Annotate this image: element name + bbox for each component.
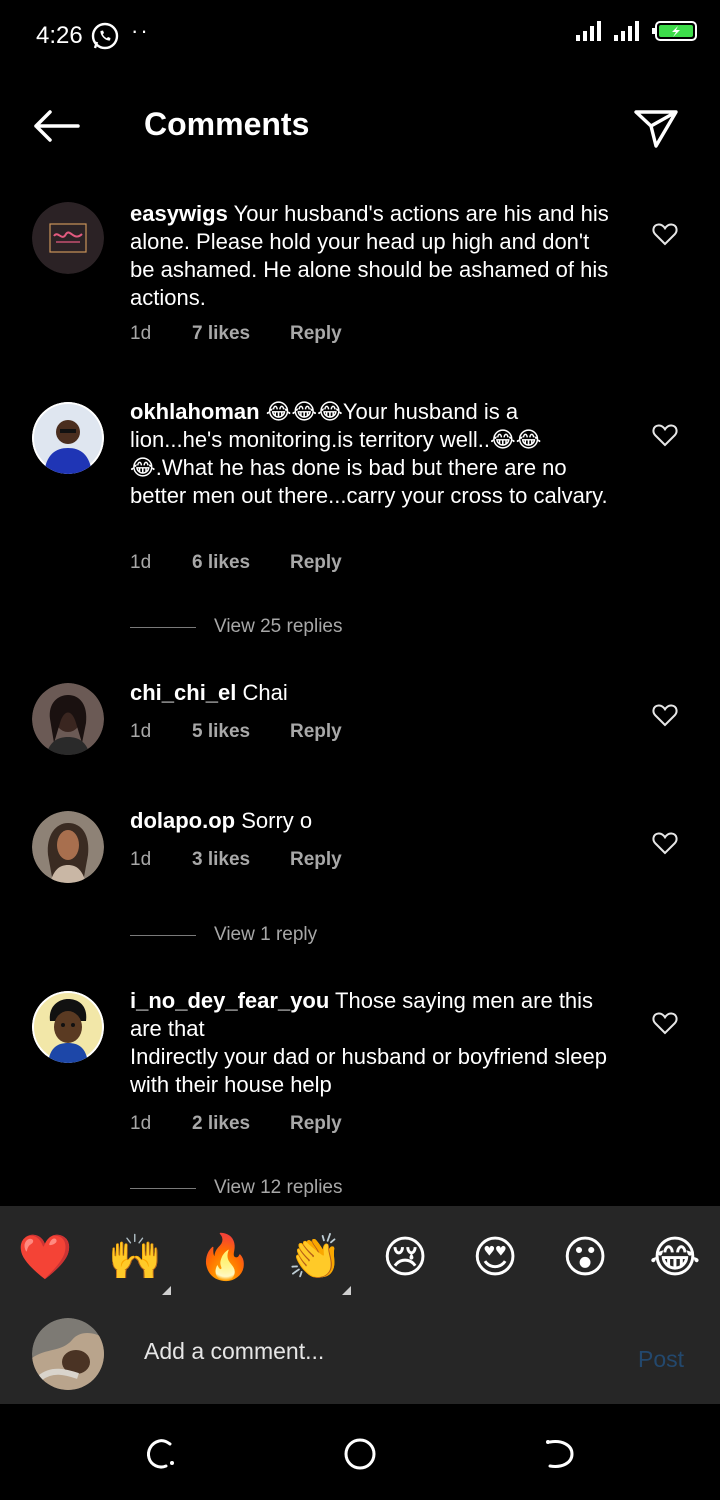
comment-text: i_no_dey_fear_you Those saying men are t… bbox=[130, 987, 610, 1099]
emoji-surprised[interactable]: 😮 bbox=[557, 1230, 613, 1286]
recent-apps-button[interactable] bbox=[140, 1434, 180, 1474]
comment-composer: Add a comment... Post bbox=[0, 1306, 720, 1404]
reply-button[interactable]: Reply bbox=[290, 552, 342, 574]
like-button[interactable] bbox=[652, 423, 678, 447]
like-button[interactable] bbox=[652, 222, 678, 246]
emoji-raised-hands[interactable]: 🙌 bbox=[107, 1230, 163, 1286]
view-replies-label: View 25 replies bbox=[214, 616, 343, 637]
signal-icon bbox=[576, 20, 604, 47]
comment-time: 1d bbox=[130, 721, 152, 742]
avatar[interactable] bbox=[32, 683, 104, 755]
emoji-crying[interactable]: 😢 bbox=[377, 1230, 433, 1286]
emoji-fire[interactable]: 🔥 bbox=[197, 1230, 253, 1286]
like-button[interactable] bbox=[652, 1011, 678, 1035]
comment-likes[interactable]: 6 likes bbox=[192, 552, 290, 574]
status-dots: ·· bbox=[131, 18, 150, 43]
replies-divider bbox=[130, 934, 196, 936]
status-indicators bbox=[576, 20, 698, 47]
recent-apps-icon bbox=[147, 1439, 174, 1469]
reply-button[interactable]: Reply bbox=[290, 1113, 342, 1135]
like-button[interactable] bbox=[652, 831, 678, 855]
back-arrow-icon bbox=[34, 110, 80, 142]
home-button[interactable] bbox=[340, 1434, 380, 1474]
comments-screen: 4:26 ·· Comments easywigs Your husband's… bbox=[0, 0, 720, 1500]
skin-tone-indicator bbox=[342, 1286, 351, 1295]
replies-divider bbox=[130, 1187, 196, 1189]
emoji-bar: ❤️ 🙌 🔥 👏 😢 😍 😮 😂 bbox=[0, 1206, 720, 1306]
comment-text: chi_chi_el Chai bbox=[130, 679, 610, 707]
emoji-heart-eyes[interactable]: 😍 bbox=[467, 1230, 523, 1286]
comment-text: okhlahoman 😂😂😂Your husband is a lion...h… bbox=[130, 398, 610, 510]
comment-meta: 1d 2 likes Reply bbox=[130, 1113, 342, 1135]
avatar[interactable] bbox=[32, 991, 104, 1063]
comment-meta: 1d 3 likes Reply bbox=[130, 849, 342, 871]
view-replies-button[interactable]: View 12 replies bbox=[130, 1177, 343, 1199]
view-replies-label: View 1 reply bbox=[214, 924, 318, 945]
comment-username[interactable]: easywigs bbox=[130, 201, 228, 226]
view-replies-label: View 12 replies bbox=[214, 1177, 343, 1198]
heart-outline-icon bbox=[652, 1012, 678, 1035]
comment-content: Sorry o bbox=[241, 808, 313, 833]
reply-button[interactable]: Reply bbox=[290, 849, 342, 871]
comment-likes[interactable]: 5 likes bbox=[192, 721, 290, 743]
comment-username[interactable]: chi_chi_el bbox=[130, 680, 236, 705]
back-nav-button[interactable] bbox=[540, 1434, 580, 1474]
comment-likes[interactable]: 3 likes bbox=[192, 849, 290, 871]
signal-icon bbox=[614, 20, 642, 47]
comment-text: easywigs Your husband's actions are his … bbox=[130, 200, 610, 312]
comment-time: 1d bbox=[130, 1113, 152, 1134]
battery-icon bbox=[652, 20, 698, 47]
skin-tone-indicator bbox=[162, 1286, 171, 1295]
view-replies-button[interactable]: View 1 reply bbox=[130, 924, 317, 946]
back-icon bbox=[546, 1440, 574, 1468]
like-button[interactable] bbox=[652, 703, 678, 727]
comment-time: 1d bbox=[130, 323, 152, 344]
page-title: Comments bbox=[144, 106, 310, 142]
heart-outline-icon bbox=[652, 832, 678, 855]
status-time: 4:26 bbox=[36, 22, 83, 49]
heart-outline-icon bbox=[652, 704, 678, 727]
comment-meta: 1d 6 likes Reply bbox=[130, 552, 342, 574]
emoji-laughing[interactable]: 😂 bbox=[647, 1230, 703, 1286]
header: Comments bbox=[0, 92, 720, 162]
home-icon bbox=[344, 1438, 376, 1470]
reply-button[interactable]: Reply bbox=[290, 721, 342, 743]
avatar[interactable] bbox=[32, 202, 104, 274]
comment-username[interactable]: i_no_dey_fear_you bbox=[130, 988, 329, 1013]
share-button[interactable] bbox=[632, 106, 680, 150]
comment-text: dolapo.op Sorry o bbox=[130, 807, 610, 835]
emoji-heart[interactable]: ❤️ bbox=[17, 1230, 73, 1286]
reply-button[interactable]: Reply bbox=[290, 323, 342, 345]
avatar bbox=[32, 1318, 104, 1390]
heart-outline-icon bbox=[652, 223, 678, 246]
heart-outline-icon bbox=[652, 424, 678, 447]
view-replies-button[interactable]: View 25 replies bbox=[130, 616, 343, 638]
status-bar: 4:26 ·· bbox=[0, 0, 720, 72]
comment-likes[interactable]: 7 likes bbox=[192, 323, 290, 345]
comment-username[interactable]: okhlahoman bbox=[130, 399, 260, 424]
post-button[interactable]: Post bbox=[638, 1346, 684, 1373]
back-button[interactable] bbox=[30, 108, 82, 144]
comment-time: 1d bbox=[130, 552, 152, 573]
comment-time: 1d bbox=[130, 849, 152, 870]
send-icon bbox=[634, 110, 678, 148]
navigation-bar bbox=[0, 1404, 720, 1500]
comment-content: Chai bbox=[242, 680, 288, 705]
avatar[interactable] bbox=[32, 811, 104, 883]
avatar[interactable] bbox=[32, 402, 104, 474]
comment-meta: 1d 7 likes Reply bbox=[130, 323, 342, 345]
comment-likes[interactable]: 2 likes bbox=[192, 1113, 290, 1135]
comment-username[interactable]: dolapo.op bbox=[130, 808, 235, 833]
comment-meta: 1d 5 likes Reply bbox=[130, 721, 342, 743]
replies-divider bbox=[130, 626, 196, 628]
whatsapp-icon bbox=[90, 21, 120, 56]
emoji-clapping[interactable]: 👏 bbox=[287, 1230, 343, 1286]
comment-input[interactable]: Add a comment... bbox=[144, 1338, 604, 1372]
